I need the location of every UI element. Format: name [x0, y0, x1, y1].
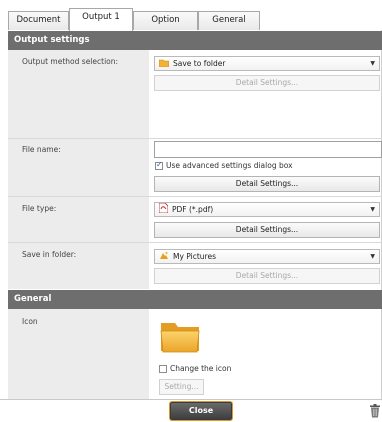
divider	[8, 138, 382, 139]
tab-option[interactable]: Option	[133, 11, 198, 30]
file-name-input[interactable]	[154, 141, 382, 158]
output-method-select[interactable]: Save to folder ▼	[154, 56, 380, 71]
file-type-detail-button[interactable]: Detail Settings...	[154, 222, 380, 238]
tab-output-1[interactable]: Output 1	[69, 8, 133, 31]
general-header: General	[8, 290, 382, 309]
output-method-detail-button[interactable]: Detail Settings...	[154, 75, 380, 91]
close-button[interactable]: Close	[170, 402, 232, 420]
dropdown-arrow-icon: ▼	[370, 206, 375, 213]
trash-icon[interactable]	[369, 404, 381, 418]
file-type-value: PDF (*.pdf)	[172, 205, 214, 214]
tab-general[interactable]: General	[198, 11, 260, 30]
icon-label: Icon	[22, 317, 38, 326]
advanced-settings-label: Use advanced settings dialog box	[166, 161, 293, 170]
file-type-select[interactable]: PDF (*.pdf) ▼	[154, 202, 380, 217]
dropdown-arrow-icon: ▼	[370, 60, 375, 67]
footer-divider	[0, 399, 382, 400]
my-pictures-icon	[159, 251, 169, 264]
save-in-folder-select[interactable]: My Pictures ▼	[154, 249, 380, 264]
folder-icon	[158, 58, 170, 71]
output-method-value: Save to folder	[173, 59, 226, 68]
advanced-settings-checkbox[interactable]	[155, 160, 163, 170]
pdf-icon	[158, 202, 169, 217]
save-in-folder-detail-button[interactable]: Detail Settings...	[154, 268, 380, 284]
file-name-label: File name:	[22, 145, 61, 154]
folder-icon	[159, 318, 201, 354]
divider	[8, 196, 382, 197]
divider	[8, 242, 382, 243]
change-icon-label: Change the icon	[170, 364, 232, 373]
output-settings-header: Output settings	[8, 31, 382, 50]
tab-bar: Document Output 1 Option General	[0, 0, 382, 31]
icon-setting-button[interactable]: Setting...	[159, 379, 204, 395]
tab-document[interactable]: Document	[8, 11, 69, 30]
save-in-folder-label: Save in folder:	[22, 250, 77, 259]
output-method-label: Output method selection:	[22, 57, 119, 66]
change-icon-checkbox[interactable]	[159, 365, 167, 373]
file-type-label: File type:	[22, 204, 57, 213]
dropdown-arrow-icon: ▼	[370, 253, 375, 260]
save-in-folder-value: My Pictures	[173, 252, 216, 261]
file-name-detail-button[interactable]: Detail Settings...	[154, 176, 380, 192]
